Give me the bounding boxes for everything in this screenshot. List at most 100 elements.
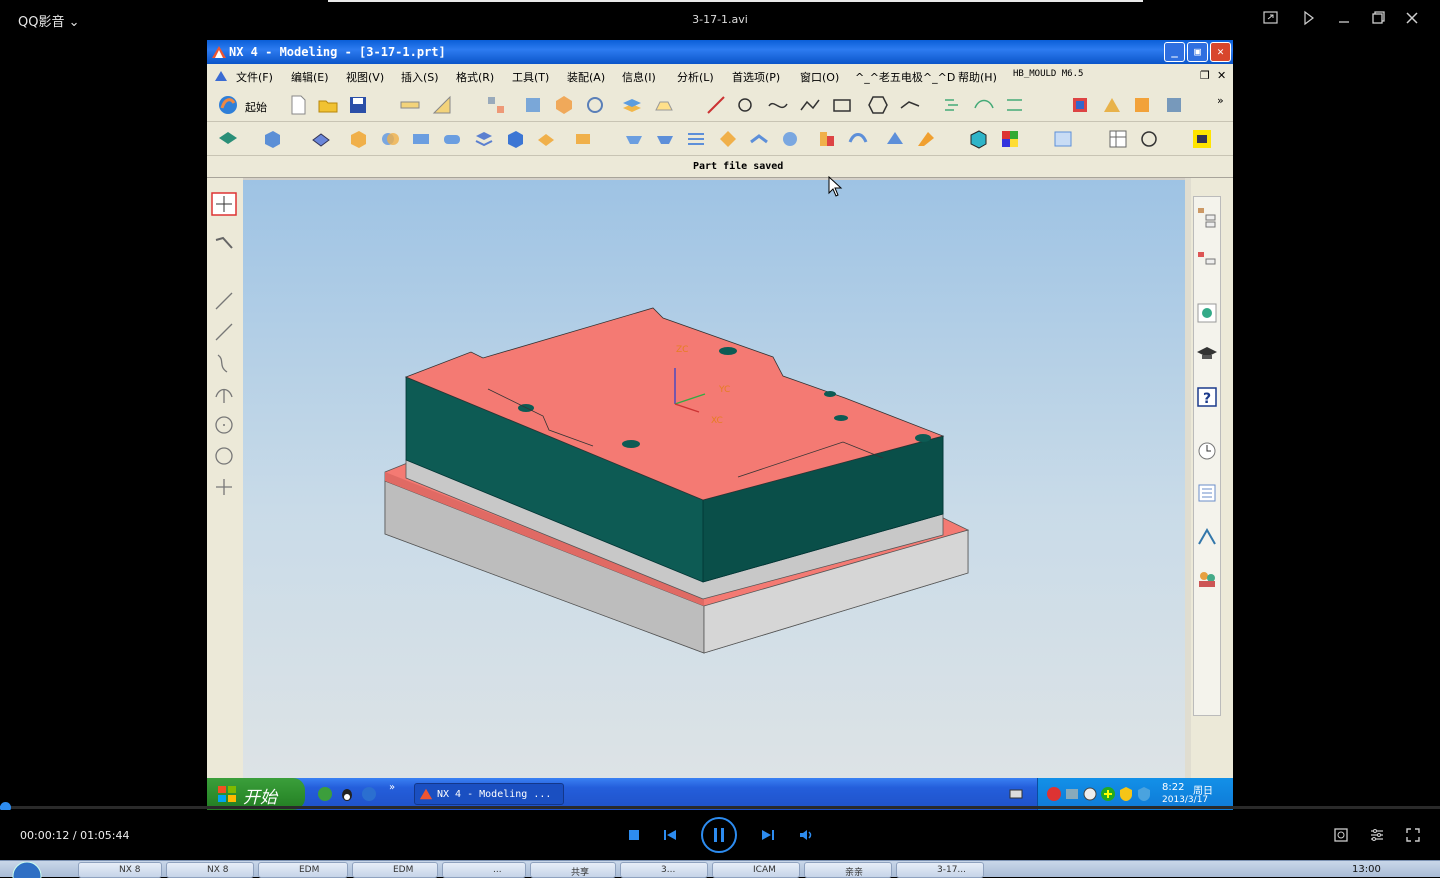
extrude-icon[interactable] xyxy=(310,128,332,150)
menu-format[interactable]: 格式(R) xyxy=(456,69,494,85)
stop-icon[interactable] xyxy=(627,828,641,842)
line-icon[interactable] xyxy=(705,94,727,116)
mould-tool-3-icon[interactable] xyxy=(1131,94,1153,116)
view-iso-icon[interactable] xyxy=(553,94,575,116)
next-icon[interactable] xyxy=(760,827,776,843)
trim-icon[interactable] xyxy=(816,128,838,150)
mould-tool-4-icon[interactable] xyxy=(1163,94,1185,116)
app-menu-icon[interactable] xyxy=(213,68,229,84)
slot-icon[interactable] xyxy=(441,128,463,150)
rectangle-icon[interactable] xyxy=(831,94,853,116)
menu-window[interactable]: 窗口(O) xyxy=(800,69,839,85)
save-icon[interactable] xyxy=(347,94,369,116)
blend-icon[interactable] xyxy=(535,128,557,150)
web-browser-icon[interactable] xyxy=(1196,302,1218,324)
pin-icon[interactable] xyxy=(1299,10,1319,30)
ruler-icon[interactable] xyxy=(431,94,453,116)
surface-1-icon[interactable] xyxy=(623,128,645,150)
rotate-icon[interactable] xyxy=(584,94,606,116)
tray-shield2-icon[interactable] xyxy=(1136,786,1152,802)
menu-edit[interactable]: 编辑(E) xyxy=(291,69,329,85)
restore-icon[interactable] xyxy=(1368,10,1388,30)
browser-icon[interactable] xyxy=(361,786,377,802)
project-curve-icon[interactable] xyxy=(1004,94,1026,116)
tray-update-icon[interactable] xyxy=(1082,786,1098,802)
data-table-icon[interactable] xyxy=(1107,128,1129,150)
sew-icon[interactable] xyxy=(847,128,869,150)
volume-icon[interactable] xyxy=(798,827,814,843)
history-icon[interactable] xyxy=(1196,440,1218,462)
close-icon[interactable] xyxy=(1402,10,1422,30)
sketch-arc2-icon[interactable] xyxy=(213,383,235,405)
host-task-nx8-a[interactable]: NX 8 xyxy=(78,862,162,878)
chamfer-icon[interactable] xyxy=(572,128,594,150)
new-file-icon[interactable] xyxy=(287,94,309,116)
training-icon[interactable] xyxy=(1196,343,1218,365)
mould-tool-1-icon[interactable] xyxy=(1069,94,1091,116)
graphics-viewport[interactable]: ZC YC XC xyxy=(243,180,1191,778)
keyboard-icon[interactable] xyxy=(1009,788,1023,800)
host-task-edm-a[interactable]: EDM xyxy=(258,862,348,878)
win7-start-orb-icon[interactable] xyxy=(10,862,44,878)
menu-view[interactable]: 视图(V) xyxy=(346,69,384,85)
quicklaunch-overflow-icon[interactable]: » xyxy=(389,782,395,793)
menu-preferences[interactable]: 首选项(P) xyxy=(732,69,780,85)
doc-close-icon[interactable]: ✕ xyxy=(1217,69,1226,82)
sketch-circle-icon[interactable] xyxy=(213,414,235,436)
sketch-icon[interactable] xyxy=(217,128,239,150)
sketch-point-icon[interactable] xyxy=(213,476,235,498)
tray-add-icon[interactable] xyxy=(1100,786,1116,802)
toolbar-overflow-icon[interactable]: » xyxy=(1217,94,1224,107)
sketch-line-icon[interactable] xyxy=(213,290,235,312)
arc-icon[interactable] xyxy=(736,94,758,116)
thicken-icon[interactable] xyxy=(915,128,937,150)
color-icon[interactable] xyxy=(999,128,1021,150)
roles-icon[interactable] xyxy=(1196,568,1218,590)
settings-icon[interactable] xyxy=(1369,827,1385,843)
seek-bar[interactable] xyxy=(0,802,1440,813)
start-label[interactable]: 起始 xyxy=(245,99,267,115)
tray-shield-icon[interactable] xyxy=(1118,786,1134,802)
doc-restore-icon[interactable]: ❐ xyxy=(1200,69,1210,82)
tray-antivirus-icon[interactable] xyxy=(1046,786,1062,802)
surface-5-icon[interactable] xyxy=(748,128,770,150)
mould-tool-2-icon[interactable] xyxy=(1101,94,1123,116)
pause-button[interactable] xyxy=(700,816,738,854)
translucent-icon[interactable] xyxy=(1052,128,1074,150)
video-frame[interactable]: NX 4 - Modeling - [3-17-1.prt] _ ▣ ✕ 文件(… xyxy=(207,40,1233,810)
sketch-circle2-icon[interactable] xyxy=(213,445,235,467)
sketch-arc-icon[interactable] xyxy=(213,352,235,374)
profile-icon[interactable] xyxy=(213,234,235,256)
view-front-icon[interactable] xyxy=(522,94,544,116)
surface-4-icon[interactable] xyxy=(717,128,739,150)
open-folder-icon[interactable] xyxy=(317,94,339,116)
curve-tool-icon[interactable] xyxy=(899,94,921,116)
fullscreen-icon[interactable] xyxy=(1405,827,1421,843)
polygon-icon[interactable] xyxy=(867,94,889,116)
box-feature-icon[interactable] xyxy=(347,128,369,150)
offset-curve-icon[interactable] xyxy=(942,94,964,116)
menu-file[interactable]: 文件(F) xyxy=(236,69,273,85)
menu-help[interactable]: 帮助(H) xyxy=(958,69,997,85)
host-task-icam[interactable]: ICAM xyxy=(712,862,800,878)
nx-maximize-button[interactable]: ▣ xyxy=(1187,42,1208,62)
block-icon[interactable] xyxy=(261,128,283,150)
surface-3-icon[interactable] xyxy=(685,128,707,150)
ie-icon[interactable] xyxy=(317,786,333,802)
host-task-player[interactable]: 3-17... xyxy=(896,862,984,878)
circle-view-icon[interactable] xyxy=(1139,128,1161,150)
nx-minimize-button[interactable]: _ xyxy=(1164,42,1185,62)
sketch-line2-icon[interactable] xyxy=(213,321,235,343)
xp-task-nx[interactable]: NX 4 - Modeling ... xyxy=(414,783,564,805)
part-navigator-icon[interactable] xyxy=(1196,250,1218,272)
menu-information[interactable]: 信息(I) xyxy=(622,69,656,85)
nx-close-button[interactable]: ✕ xyxy=(1210,42,1231,62)
menu-electrode-plugin[interactable]: ^_^老五电极^_^D xyxy=(855,69,955,85)
menu-insert[interactable]: 插入(S) xyxy=(401,69,439,85)
surface-6-icon[interactable] xyxy=(779,128,801,150)
surface-2-icon[interactable] xyxy=(654,128,676,150)
qq-icon[interactable] xyxy=(339,786,355,802)
measure-icon[interactable] xyxy=(399,94,421,116)
offset-face-icon[interactable] xyxy=(884,128,906,150)
assembly-nav-icon[interactable] xyxy=(485,94,507,116)
